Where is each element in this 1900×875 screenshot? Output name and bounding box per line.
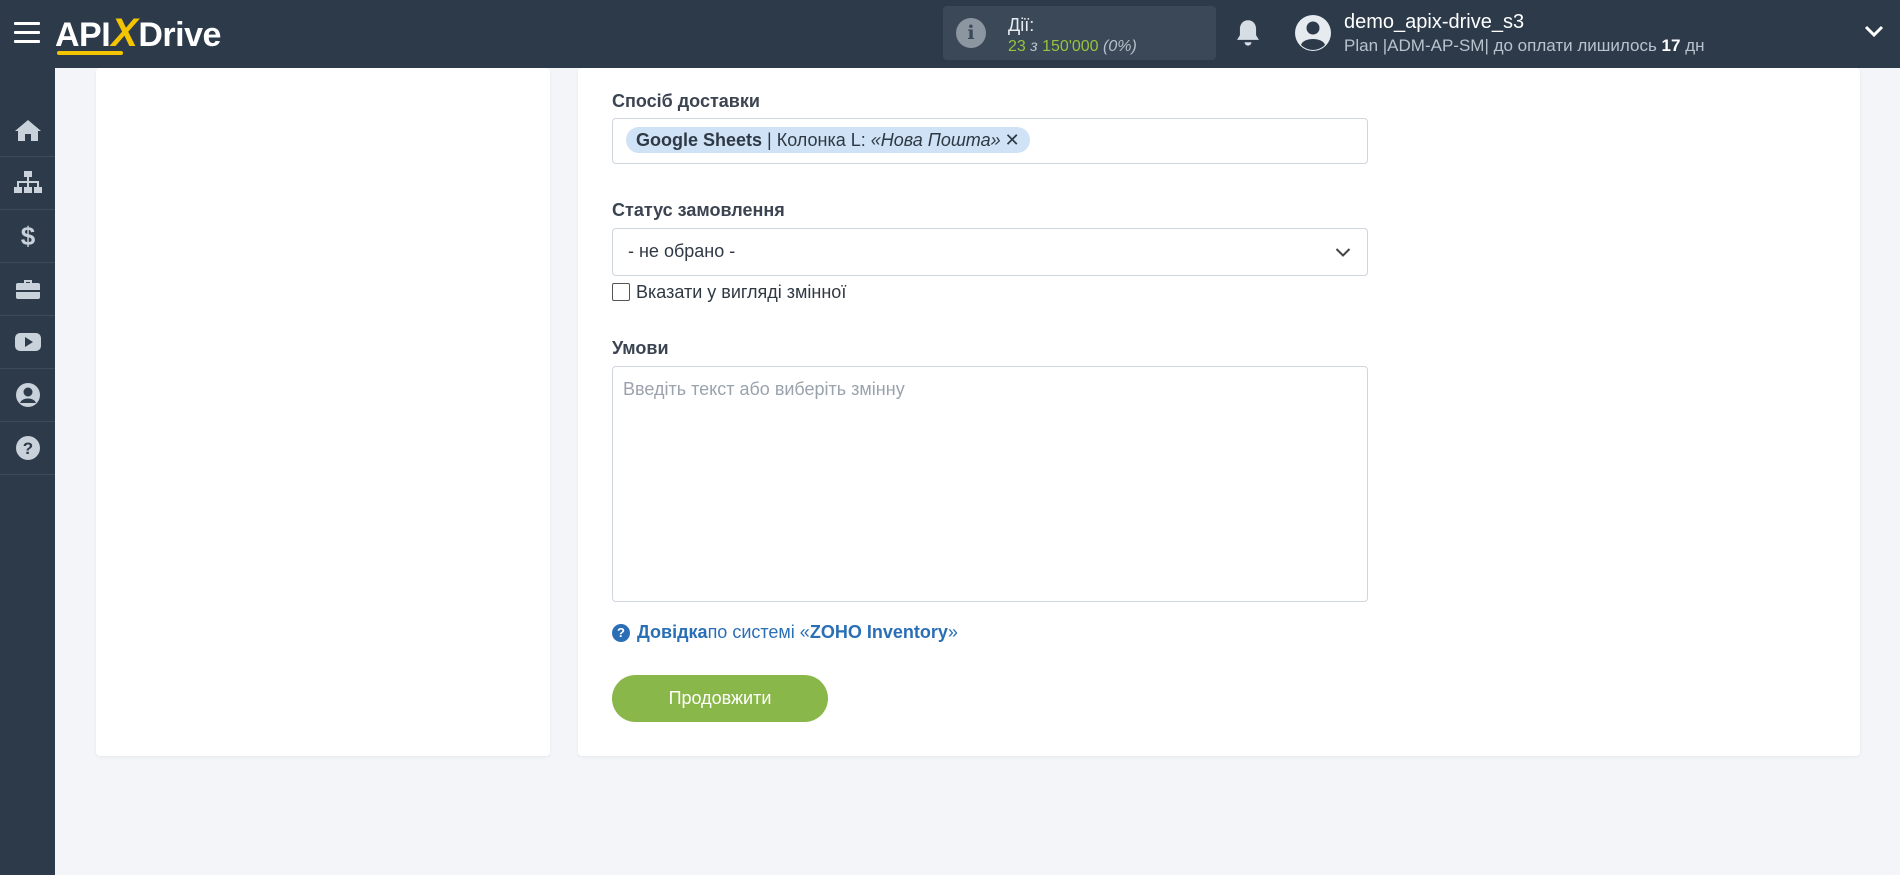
sitemap-icon (13, 171, 42, 193)
chevron-down-icon[interactable] (1864, 24, 1884, 38)
help-link[interactable]: Довідка (637, 622, 708, 643)
sidebar-item-help[interactable]: ? (0, 422, 55, 475)
continue-button[interactable]: Продовжити (612, 675, 828, 722)
actions-percent: (0%) (1103, 38, 1137, 55)
help-line: ? Довідка по системі «ZOHO Inventory» (612, 622, 958, 643)
delivery-method-label: Спосіб доставки (612, 91, 760, 111)
conditions-placeholder: Введіть текст або виберіть змінну (623, 379, 905, 399)
sidebar: $ ? (0, 68, 55, 875)
user-plan: Plan |ADM-AP-SM| до оплати лишилось 17 д… (1344, 36, 1705, 56)
logo-api-text: API (55, 16, 111, 54)
chevron-down-icon (1335, 248, 1351, 257)
actions-total: 150'000 (1042, 38, 1099, 55)
conditions-label: Умови (612, 338, 669, 358)
remove-tag-icon[interactable]: ✕ (1005, 130, 1020, 150)
tag-source: Google Sheets (636, 130, 763, 150)
plan-prefix: Plan |ADM-AP-SM| до оплати лишилось (1344, 36, 1662, 55)
actions-label: Дії: (1008, 15, 1035, 35)
plan-days: 17 (1661, 36, 1681, 55)
home-icon (14, 120, 41, 141)
logo-drive-text: Drive (138, 16, 221, 54)
sidebar-item-profile[interactable] (0, 369, 55, 422)
question-icon: ? (612, 623, 630, 642)
logo-underline (57, 51, 123, 55)
sidebar-item-billing[interactable]: $ (0, 210, 55, 263)
actions-value: 23 з 150'000 (0%) (1008, 38, 1137, 56)
left-panel (96, 68, 550, 756)
menu-icon[interactable] (14, 22, 40, 44)
help-icon: ? (15, 436, 40, 460)
sidebar-item-tools[interactable] (0, 263, 55, 316)
briefcase-icon (15, 280, 40, 299)
info-icon: i (956, 18, 986, 48)
order-status-select[interactable]: - не обрано - (612, 228, 1368, 276)
help-end-text: » (947, 622, 958, 642)
variable-checkbox[interactable] (612, 283, 630, 301)
plan-suffix: дн (1680, 36, 1705, 55)
tag-column: | Колонка L: (762, 130, 871, 150)
tag-value: «Нова Пошта» (870, 130, 1001, 150)
top-bar: APIXDrive i Дії: 23 з 150'000 (0%) demo_… (0, 0, 1900, 68)
logo-x-text: X (111, 11, 138, 55)
help-middle-text: по системі « (707, 622, 810, 642)
actions-counter[interactable]: i Дії: 23 з 150'000 (0%) (943, 6, 1216, 60)
svg-text:$: $ (20, 223, 35, 249)
delivery-method-field[interactable]: Google Sheets | Колонка L: «Нова Пошта» ✕ (612, 118, 1368, 164)
user-icon (15, 383, 40, 407)
order-status-label: Статус замовлення (612, 200, 785, 220)
sidebar-item-home[interactable] (0, 104, 55, 157)
conditions-textarea[interactable]: Введіть текст або виберіть змінну (612, 366, 1368, 602)
variable-checkbox-label[interactable]: Вказати у вигляді змінної (636, 282, 846, 303)
youtube-icon (14, 333, 41, 351)
order-status-value: - не обрано - (628, 241, 736, 261)
sidebar-item-connections[interactable] (0, 157, 55, 210)
app-logo[interactable]: APIXDrive (55, 10, 221, 56)
variable-tag[interactable]: Google Sheets | Колонка L: «Нова Пошта» ✕ (626, 127, 1030, 153)
actions-separator: з (1025, 38, 1043, 55)
bell-icon[interactable] (1234, 18, 1262, 48)
avatar-icon[interactable] (1294, 14, 1332, 52)
svg-text:?: ? (22, 439, 32, 458)
system-link[interactable]: ZOHO Inventory (810, 622, 948, 643)
user-name[interactable]: demo_apix-drive_s3 (1344, 11, 1524, 34)
actions-used: 23 (1008, 38, 1026, 55)
sidebar-item-videos[interactable] (0, 316, 55, 369)
dollar-icon: $ (20, 223, 35, 249)
variable-checkbox-row: Вказати у вигляді змінної (612, 281, 846, 303)
